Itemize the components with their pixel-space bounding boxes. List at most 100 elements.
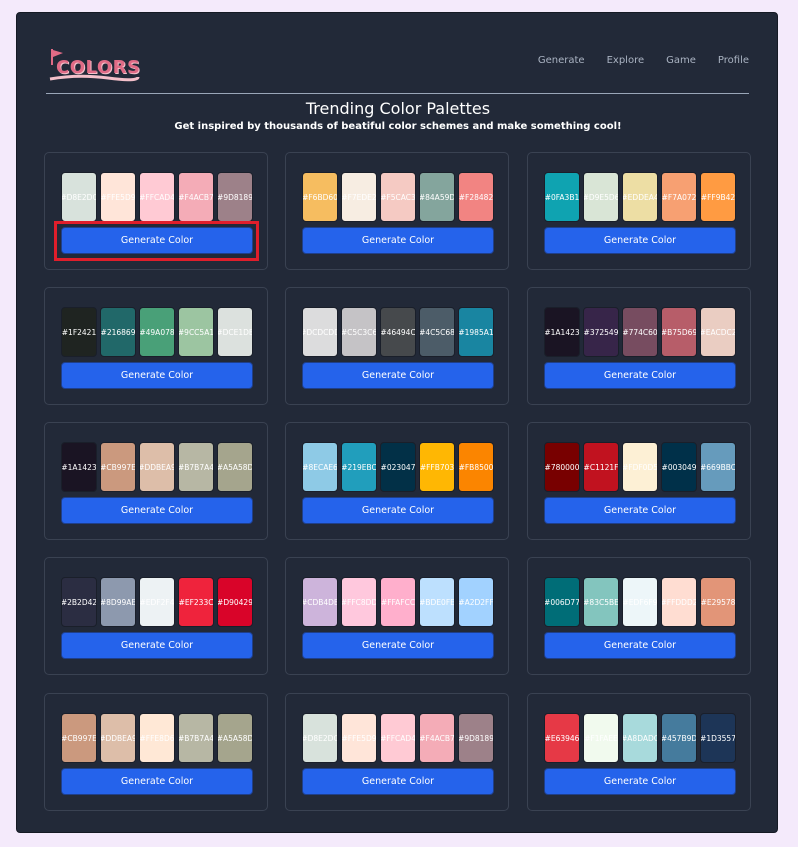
- generate-color-button[interactable]: Generate Color: [61, 362, 253, 389]
- color-swatch[interactable]: #FB8500: [458, 442, 494, 492]
- color-swatch[interactable]: #EF233C: [178, 577, 214, 627]
- color-swatch[interactable]: #A5A58D: [217, 713, 253, 763]
- color-swatch[interactable]: #D90429: [217, 577, 253, 627]
- color-swatch[interactable]: #FFAFCC: [380, 577, 416, 627]
- color-swatch[interactable]: #8ECAE6: [302, 442, 338, 492]
- color-swatch[interactable]: #FFCAD4: [380, 713, 416, 763]
- generate-color-button[interactable]: Generate Color: [302, 362, 494, 389]
- color-swatch[interactable]: #A2D2FF: [458, 577, 494, 627]
- generate-color-button[interactable]: Generate Color: [544, 768, 736, 795]
- generate-color-button[interactable]: Generate Color: [302, 632, 494, 659]
- color-swatch[interactable]: #D9E5D6: [583, 172, 619, 222]
- color-swatch[interactable]: #B7B7A4: [178, 713, 214, 763]
- color-swatch[interactable]: #1F2421: [61, 307, 97, 357]
- color-swatch[interactable]: #1985A1: [458, 307, 494, 357]
- color-swatch[interactable]: #F4ACB7: [419, 713, 455, 763]
- color-swatch[interactable]: #A5A58D: [217, 442, 253, 492]
- color-swatch[interactable]: #FFC8DD: [341, 577, 377, 627]
- color-swatch[interactable]: #BDE0FE: [419, 577, 455, 627]
- color-swatch[interactable]: #FFB703: [419, 442, 455, 492]
- generate-color-button[interactable]: Generate Color: [302, 227, 494, 254]
- color-swatch[interactable]: #C5C3C6: [341, 307, 377, 357]
- color-swatch[interactable]: #CDB4DB: [302, 577, 338, 627]
- nav-game[interactable]: Game: [666, 55, 696, 66]
- generate-color-button[interactable]: Generate Color: [61, 497, 253, 524]
- color-swatch[interactable]: #774C60: [622, 307, 658, 357]
- color-swatch[interactable]: #372549: [583, 307, 619, 357]
- color-swatch[interactable]: #EDF2F4: [139, 577, 175, 627]
- color-swatch[interactable]: #1D3557: [700, 713, 736, 763]
- swatch-row: #780000 #C1121F #FDF0D5 #003049 #669BBC: [544, 442, 736, 492]
- color-swatch[interactable]: #457B9D: [661, 713, 697, 763]
- color-swatch[interactable]: #49A078: [139, 307, 175, 357]
- color-swatch[interactable]: #0FA3B1: [544, 172, 580, 222]
- color-swatch[interactable]: #D8E2DC: [61, 172, 97, 222]
- swatch-row: #CB997E #DDBEA9 #FFE8D6 #B7B7A4 #A5A58D: [61, 713, 253, 763]
- color-swatch[interactable]: #216869: [100, 307, 136, 357]
- color-swatch[interactable]: #DDBEA9: [100, 713, 136, 763]
- color-swatch[interactable]: #DDBEA9: [139, 442, 175, 492]
- color-swatch[interactable]: #1A1423: [544, 307, 580, 357]
- generate-color-button[interactable]: Generate Color: [544, 497, 736, 524]
- nav-explore[interactable]: Explore: [607, 55, 645, 66]
- color-swatch[interactable]: #780000: [544, 442, 580, 492]
- color-swatch[interactable]: #FFE5D9: [341, 713, 377, 763]
- color-swatch[interactable]: #219EBC: [341, 442, 377, 492]
- generate-color-button[interactable]: Generate Color: [544, 632, 736, 659]
- color-swatch[interactable]: #EDF6F9: [622, 577, 658, 627]
- color-swatch[interactable]: #006D77: [544, 577, 580, 627]
- color-swatch[interactable]: #E63946: [544, 713, 580, 763]
- color-swatch[interactable]: #84A59D: [419, 172, 455, 222]
- color-swatch[interactable]: #F7A072: [661, 172, 697, 222]
- color-swatch[interactable]: #83C5BE: [583, 577, 619, 627]
- color-swatch[interactable]: #9D8189: [458, 713, 494, 763]
- color-swatch[interactable]: #CB997E: [61, 713, 97, 763]
- generate-color-button[interactable]: Generate Color: [544, 362, 736, 389]
- logo[interactable]: COLORS: [46, 49, 146, 85]
- color-swatch[interactable]: #D8E2DC: [302, 713, 338, 763]
- page-title: Trending Color Palettes: [305, 99, 491, 118]
- nav-profile[interactable]: Profile: [718, 55, 749, 66]
- color-swatch[interactable]: #FDF0D5: [622, 442, 658, 492]
- color-swatch[interactable]: #F5CAC3: [380, 172, 416, 222]
- color-swatch[interactable]: #9CC5A1: [178, 307, 214, 357]
- color-swatch[interactable]: #A8DADC: [622, 713, 658, 763]
- color-swatch[interactable]: #F1FAEE: [583, 713, 619, 763]
- color-swatch[interactable]: #FFE5D9: [100, 172, 136, 222]
- color-swatch[interactable]: #CB997E: [100, 442, 136, 492]
- color-swatch[interactable]: #EACDC2: [700, 307, 736, 357]
- color-swatch[interactable]: #F4ACB7: [178, 172, 214, 222]
- color-swatch[interactable]: #F28482: [458, 172, 494, 222]
- color-swatch[interactable]: #E29578: [700, 577, 736, 627]
- generate-color-button[interactable]: Generate Color: [61, 227, 253, 254]
- palette-card: #780000 #C1121F #FDF0D5 #003049 #669BBC Gener…: [527, 422, 751, 540]
- color-swatch[interactable]: #DCDCDD: [302, 307, 338, 357]
- color-swatch[interactable]: #8D99AE: [100, 577, 136, 627]
- generate-color-button[interactable]: Generate Color: [61, 768, 253, 795]
- color-swatch[interactable]: #9D8189: [217, 172, 253, 222]
- swatch-row: #E63946 #F1FAEE #A8DADC #457B9D #1D3557: [544, 713, 736, 763]
- generate-color-button[interactable]: Generate Color: [302, 497, 494, 524]
- color-swatch[interactable]: #1A1423: [61, 442, 97, 492]
- generate-color-button[interactable]: Generate Color: [61, 632, 253, 659]
- generate-color-button[interactable]: Generate Color: [302, 768, 494, 795]
- color-swatch[interactable]: #B7B7A4: [178, 442, 214, 492]
- color-swatch[interactable]: #F6BD60: [302, 172, 338, 222]
- generate-color-button[interactable]: Generate Color: [544, 227, 736, 254]
- color-swatch[interactable]: #003049: [661, 442, 697, 492]
- color-swatch[interactable]: #F7EDE2: [341, 172, 377, 222]
- color-swatch[interactable]: #669BBC: [700, 442, 736, 492]
- color-swatch[interactable]: #FFCAD4: [139, 172, 175, 222]
- color-swatch[interactable]: #FFE8D6: [139, 713, 175, 763]
- color-swatch[interactable]: #FF9B42: [700, 172, 736, 222]
- color-swatch[interactable]: #46494C: [380, 307, 416, 357]
- color-swatch[interactable]: #DCE1DE: [217, 307, 253, 357]
- color-swatch[interactable]: #4C5C68: [419, 307, 455, 357]
- color-swatch[interactable]: #2B2D42: [61, 577, 97, 627]
- color-swatch[interactable]: #EDDEA4: [622, 172, 658, 222]
- color-swatch[interactable]: #B75D69: [661, 307, 697, 357]
- color-swatch[interactable]: #C1121F: [583, 442, 619, 492]
- color-swatch[interactable]: #023047: [380, 442, 416, 492]
- color-swatch[interactable]: #FFDDD2: [661, 577, 697, 627]
- nav-generate[interactable]: Generate: [538, 55, 585, 66]
